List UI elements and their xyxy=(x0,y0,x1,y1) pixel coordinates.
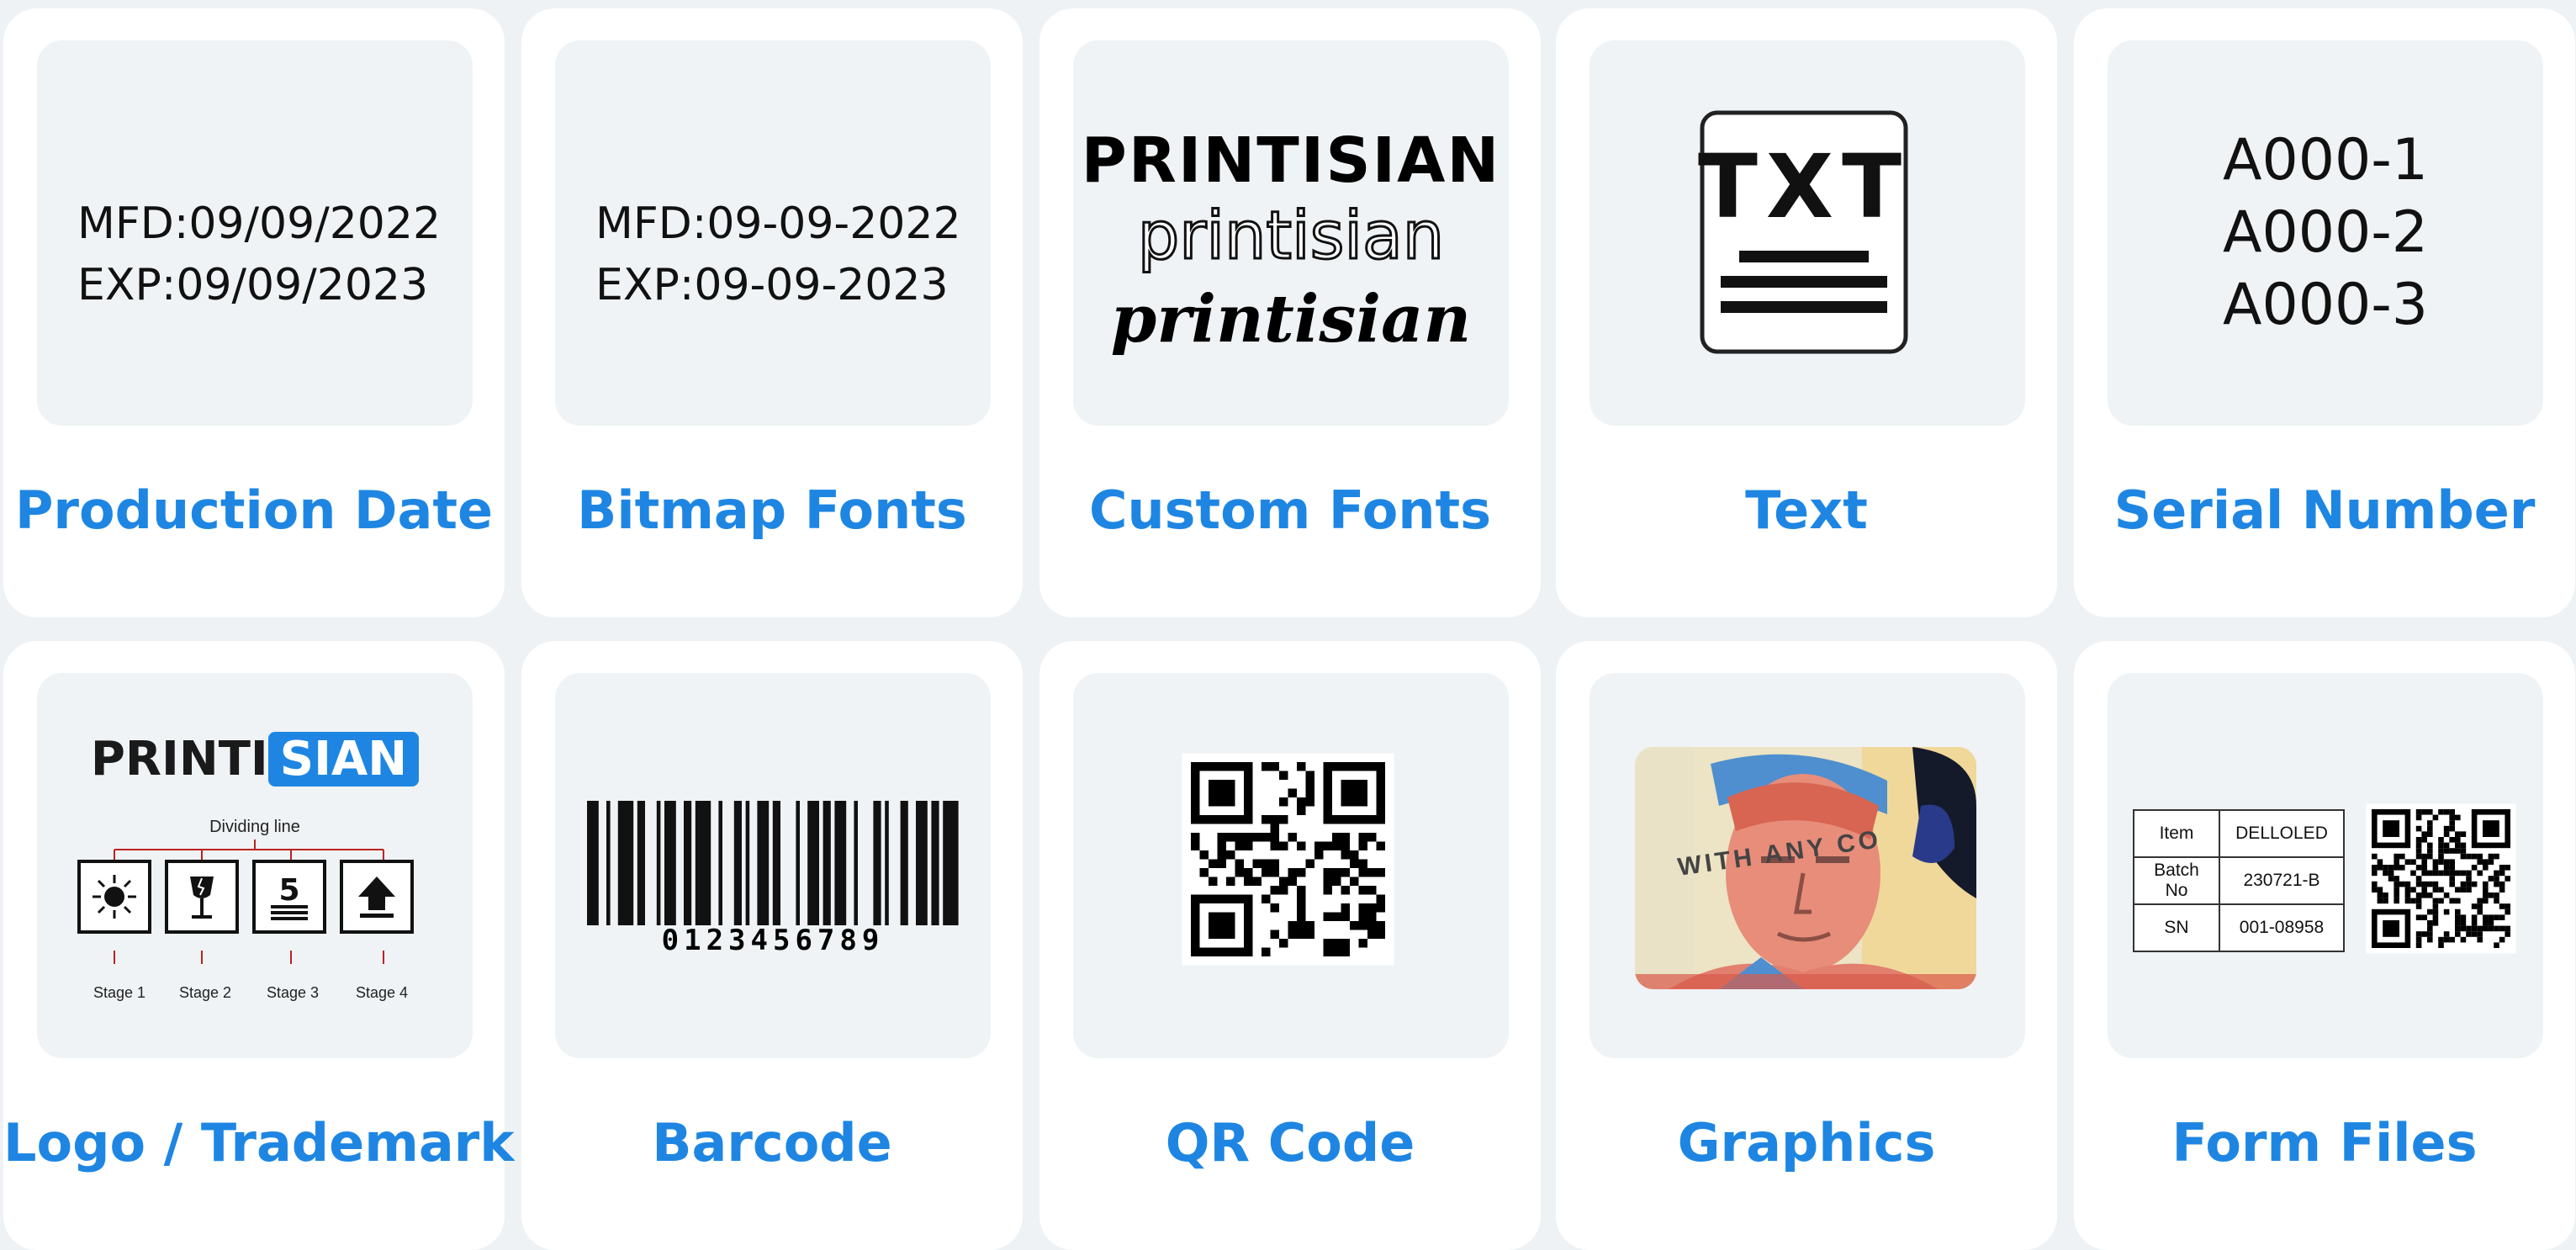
bitmap-fonts-preview: MFD:09-09-2022 EXP:09-09-2023 xyxy=(555,40,991,426)
font-sample-outline: printisian xyxy=(1136,198,1445,276)
printed-portrait-image: WITH ANY CO xyxy=(1635,747,1976,989)
card-barcode[interactable]: 0123456789 Barcode xyxy=(521,641,1023,1250)
card-title: Barcode xyxy=(652,1112,892,1173)
serial-lines: A000-1 A000-2 A000-3 xyxy=(2108,124,2543,342)
stage-label: Stage 1 xyxy=(93,984,146,1001)
sun-icon xyxy=(77,860,151,934)
card-title: Logo / Trademark xyxy=(3,1112,515,1173)
qr-code-preview xyxy=(1073,673,1509,1058)
custom-fonts-preview: PRINTISIAN printisian printisian xyxy=(1073,40,1509,426)
card-title: Form Files xyxy=(2171,1112,2478,1173)
card-title: Bitmap Fonts xyxy=(577,479,967,541)
card-title: Text xyxy=(1745,479,1868,541)
form-qr-code xyxy=(2366,803,2516,954)
txt-label: TXT xyxy=(1698,135,1910,238)
qr-code-graphic xyxy=(1182,753,1394,966)
card-title: Production Date xyxy=(14,479,494,541)
card-title: Custom Fonts xyxy=(1088,479,1492,541)
logo-preview: PRINTI SIAN Dividing line 5 Stage 1 Stag… xyxy=(37,673,473,1058)
graphics-preview: WITH ANY CO xyxy=(1590,673,2025,1058)
card-title: Graphics xyxy=(1677,1112,1936,1173)
text-document-icon: TXT xyxy=(1698,110,1910,354)
this-way-up-icon xyxy=(340,860,414,934)
production-date-preview: MFD:09/09/2022 EXP:09/09/2023 xyxy=(37,40,473,426)
serial-line: A000-1 xyxy=(2222,127,2429,193)
serial-line: A000-2 xyxy=(2222,199,2429,266)
card-bitmap-fonts[interactable]: MFD:09-09-2022 EXP:09-09-2023 Bitmap Fon… xyxy=(521,8,1023,617)
card-serial-number[interactable]: A000-1 A000-2 A000-3 Serial Number xyxy=(2074,8,2575,617)
exp-line: EXP:09/09/2023 xyxy=(77,260,429,310)
stack-number: 5 xyxy=(278,873,299,908)
font-sample-blackletter: printisian xyxy=(1110,281,1472,358)
stage-label: Stage 4 xyxy=(355,984,409,1001)
mfd-line: MFD:09/09/2022 xyxy=(77,199,442,249)
card-title: Serial Number xyxy=(2113,479,2536,541)
mfd-line: MFD:09-09-2022 xyxy=(595,199,961,249)
font-sample-bold: PRINTISIAN xyxy=(1081,124,1501,197)
text-preview: TXT xyxy=(1590,40,2025,426)
form-files-preview: Item DELLOLED Batch No 230721-B SN 001-0… xyxy=(2108,673,2543,1058)
card-form-files[interactable]: Item DELLOLED Batch No 230721-B SN 001-0… xyxy=(2074,641,2575,1250)
card-qr-code[interactable]: QR Code xyxy=(1039,641,1541,1250)
serial-number-preview: A000-1 A000-2 A000-3 xyxy=(2108,40,2543,426)
card-logo-trademark[interactable]: PRINTI SIAN Dividing line 5 Stage 1 Stag… xyxy=(3,641,515,1250)
card-graphics[interactable]: WITH ANY CO Graphics xyxy=(1556,641,2057,1250)
stage-icons: 5 xyxy=(77,860,431,977)
stage-label: Stage 2 xyxy=(178,984,232,1001)
production-date-text: MFD:09/09/2022 EXP:09/09/2023 xyxy=(77,193,441,316)
card-custom-fonts[interactable]: PRINTISIAN printisian printisian Custom … xyxy=(1039,8,1541,617)
card-title: QR Code xyxy=(1165,1112,1415,1173)
exp-line: EXP:09-09-2023 xyxy=(595,260,949,310)
barcode-graphic xyxy=(587,801,959,925)
barcode-preview: 0123456789 xyxy=(555,673,991,1058)
barcode-digits: 0123456789 xyxy=(661,924,885,957)
stage-label: Stage 3 xyxy=(266,984,320,1001)
serial-line: A000-3 xyxy=(2222,272,2429,338)
bitmap-fonts-text: MFD:09-09-2022 EXP:09-09-2023 xyxy=(595,193,961,316)
card-production-date[interactable]: MFD:09/09/2022 EXP:09/09/2023 Production… xyxy=(3,8,505,617)
card-text[interactable]: TXT Text xyxy=(1556,8,2057,617)
fragile-glass-icon xyxy=(165,860,239,934)
stack-limit-icon: 5 xyxy=(252,860,326,934)
